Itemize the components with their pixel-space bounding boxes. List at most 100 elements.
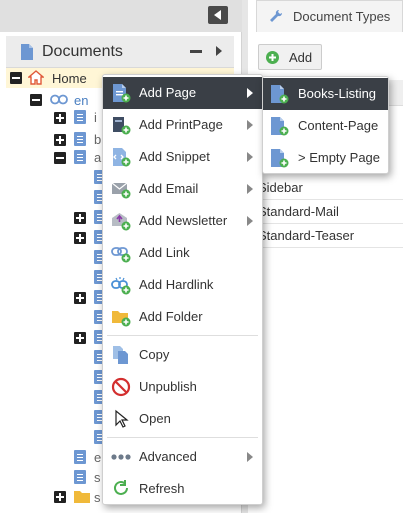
home-icon [28,70,44,85]
folder-icon [74,491,90,503]
documents-icon [21,44,33,60]
add-folder-icon [112,311,131,327]
menu-label: Add Email [139,181,199,196]
menu-label: Add PrintPage [139,117,223,132]
add-page-icon [271,117,289,136]
expand-toggle-icon[interactable] [54,491,66,503]
tree-label-truncated: e [94,450,102,465]
plus-circle-icon [266,51,279,64]
wrench-icon [270,9,283,22]
refresh-icon [114,480,128,495]
submenu-item-books-listing[interactable]: Books-Listing [263,78,388,110]
table-row[interactable]: Sidebar [248,176,403,200]
menu-item-advanced[interactable]: Advanced [103,441,262,473]
tab-document-types[interactable]: Document Types [256,0,403,32]
expand-toggle-icon[interactable] [74,292,86,304]
tree-label-truncated: i [94,110,97,125]
context-menu: Add Page Add PrintPage Add Snippet Add E… [102,74,263,505]
add-page-submenu: Books-Listing Content-Page > Empty Page [262,76,389,174]
menu-item-unpublish[interactable]: Unpublish [103,371,262,403]
collapse-panel-button[interactable] [208,6,228,24]
page-icon [74,132,86,146]
menu-item-open[interactable]: Open [103,403,262,435]
menu-item-refresh[interactable]: Refresh [103,473,262,505]
tree-label-truncated: b [94,132,102,147]
menu-label: Add Snippet [139,149,210,164]
menu-item-add-printpage[interactable]: Add PrintPage [103,109,262,141]
add-document-type-button[interactable]: Add [258,44,322,70]
menu-separator [107,437,258,438]
submenu-item-content-page[interactable]: Content-Page [263,110,388,142]
menu-item-add-page[interactable]: Add Page [103,77,262,109]
table-row[interactable]: Standard-Mail [248,200,403,224]
tree-label-en: en [74,93,89,108]
expand-arrow-icon[interactable] [216,46,222,56]
menu-label: Add Page [139,85,197,100]
submenu-item-empty-page[interactable]: > Empty Page [263,142,388,174]
page-icon [74,450,86,464]
link-icon [50,94,68,105]
menu-item-add-newsletter[interactable]: Add Newsletter [103,205,262,237]
tab-label: Document Types [293,9,391,24]
submenu-arrow-icon [247,452,253,462]
collapse-toggle-icon[interactable] [30,94,42,106]
panel-title: Documents [42,43,123,60]
submenu-label: Books-Listing [298,86,377,101]
expand-toggle-icon[interactable] [74,332,86,344]
expand-toggle-icon[interactable] [74,212,86,224]
add-newsletter-icon [112,213,131,231]
submenu-arrow-icon [247,184,253,194]
add-email-icon [111,182,131,199]
unpublish-icon [111,377,131,397]
page-icon [74,110,86,124]
menu-label: Open [139,411,171,426]
submenu-label: Content-Page [298,118,379,133]
menu-item-add-link[interactable]: Add Link [103,237,262,269]
menu-label: Add Hardlink [139,277,214,292]
tree-item-en[interactable]: en [26,90,106,110]
menu-label: Add Newsletter [139,213,228,228]
add-snippet-icon [113,148,131,167]
more-dots-icon [111,454,131,460]
open-cursor-icon [115,409,129,428]
add-hardlink-icon [111,277,131,295]
menu-item-add-email[interactable]: Add Email [103,173,262,205]
menu-label: Unpublish [139,379,197,394]
expand-toggle-icon[interactable] [54,112,66,124]
documents-header[interactable]: Documents [6,36,234,68]
menu-label: Add Link [139,245,190,260]
page-icon [74,150,86,164]
add-printpage-icon [113,117,131,135]
add-page-icon [271,85,289,104]
table-row[interactable]: Standard-Teaser [248,224,403,248]
page-icon [74,470,86,484]
menu-item-add-folder[interactable]: Add Folder [103,301,262,333]
add-link-icon [111,247,131,263]
collapse-toggle-icon[interactable] [54,152,66,164]
tree-label-truncated: s [94,490,101,505]
submenu-arrow-icon [247,152,253,162]
submenu-arrow-icon [247,216,253,226]
add-page-icon [271,149,289,168]
menu-label: Copy [139,347,170,362]
submenu-arrow-icon [247,88,253,98]
expand-toggle-icon[interactable] [54,134,66,146]
collapse-toggle-icon[interactable] [10,72,22,84]
menu-separator [107,335,258,336]
menu-item-copy[interactable]: Copy [103,339,262,371]
add-label: Add [289,50,313,65]
tree-label-truncated: s [94,470,101,485]
expand-toggle-icon[interactable] [74,232,86,244]
menu-label: Advanced [139,449,197,464]
copy-icon [113,346,128,364]
minimize-icon[interactable] [190,50,202,53]
menu-item-add-snippet[interactable]: Add Snippet [103,141,262,173]
tree-label-home: Home [52,71,87,86]
tree-label-truncated: a [94,150,102,165]
menu-label: Add Folder [139,309,203,324]
panel-toolbar [0,0,242,32]
submenu-arrow-icon [247,120,253,130]
add-page-icon [113,84,131,103]
menu-item-add-hardlink[interactable]: Add Hardlink [103,269,262,301]
submenu-label: > Empty Page [298,150,381,165]
